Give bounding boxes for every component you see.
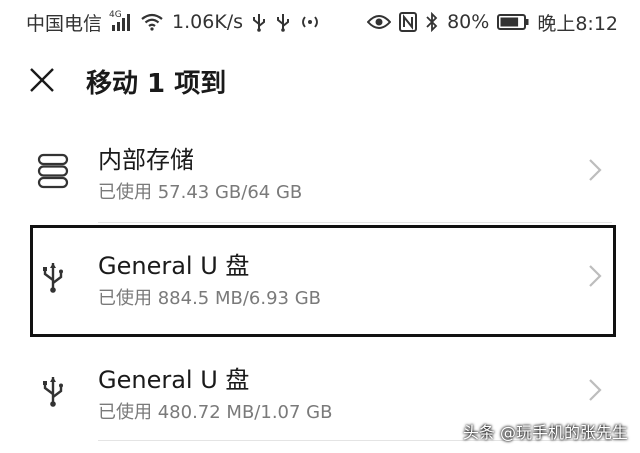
status-right: 80% 晚上8:12 — [367, 9, 618, 36]
hotspot-icon — [299, 13, 321, 31]
usb-status-icon-2 — [275, 12, 291, 32]
network-type-label: 4G — [109, 10, 122, 20]
storage-name: General U 盘 — [98, 366, 250, 394]
wifi-icon — [140, 13, 164, 31]
divider — [98, 222, 612, 223]
storage-usage: 已使用 884.5 MB/6.93 GB — [98, 288, 322, 309]
watermark: 头条 @玩手机的张先生 — [462, 423, 628, 442]
storage-item-usb-1[interactable]: General U 盘 已使用 884.5 MB/6.93 GB — [0, 224, 640, 328]
chevron-right-icon — [589, 379, 602, 401]
status-left: 中国电信 4G 1.06K/s — [26, 9, 321, 36]
chevron-right-icon — [589, 265, 602, 287]
usb-status-icon — [251, 12, 267, 32]
header: 移动 1 项到 — [0, 52, 640, 108]
status-bar: 中国电信 4G 1.06K/s 80% 晚上8:12 — [0, 0, 640, 44]
storage-usage: 已使用 480.72 MB/1.07 GB — [98, 402, 333, 423]
signal-icon: 4G — [109, 10, 132, 31]
storage-icon — [36, 151, 70, 191]
battery-icon — [497, 14, 529, 30]
eye-comfort-icon — [367, 14, 392, 30]
close-icon — [30, 68, 54, 92]
close-button[interactable] — [28, 66, 56, 94]
nfc-icon — [399, 12, 418, 32]
usb-icon — [36, 371, 70, 411]
page-title: 移动 1 项到 — [86, 69, 227, 99]
network-speed-label: 1.06K/s — [172, 11, 244, 33]
chevron-right-icon — [589, 159, 602, 181]
storage-usage: 已使用 57.43 GB/64 GB — [98, 182, 303, 203]
storage-name: General U 盘 — [98, 252, 250, 280]
time-label: 晚上8:12 — [537, 12, 618, 35]
bluetooth-icon — [425, 12, 439, 32]
battery-percent-label: 80% — [447, 11, 490, 33]
usb-icon — [36, 257, 70, 297]
carrier-label: 中国电信 — [26, 12, 103, 35]
storage-item-internal[interactable]: 内部存储 已使用 57.43 GB/64 GB — [0, 118, 640, 222]
storage-name: 内部存储 — [98, 146, 194, 174]
